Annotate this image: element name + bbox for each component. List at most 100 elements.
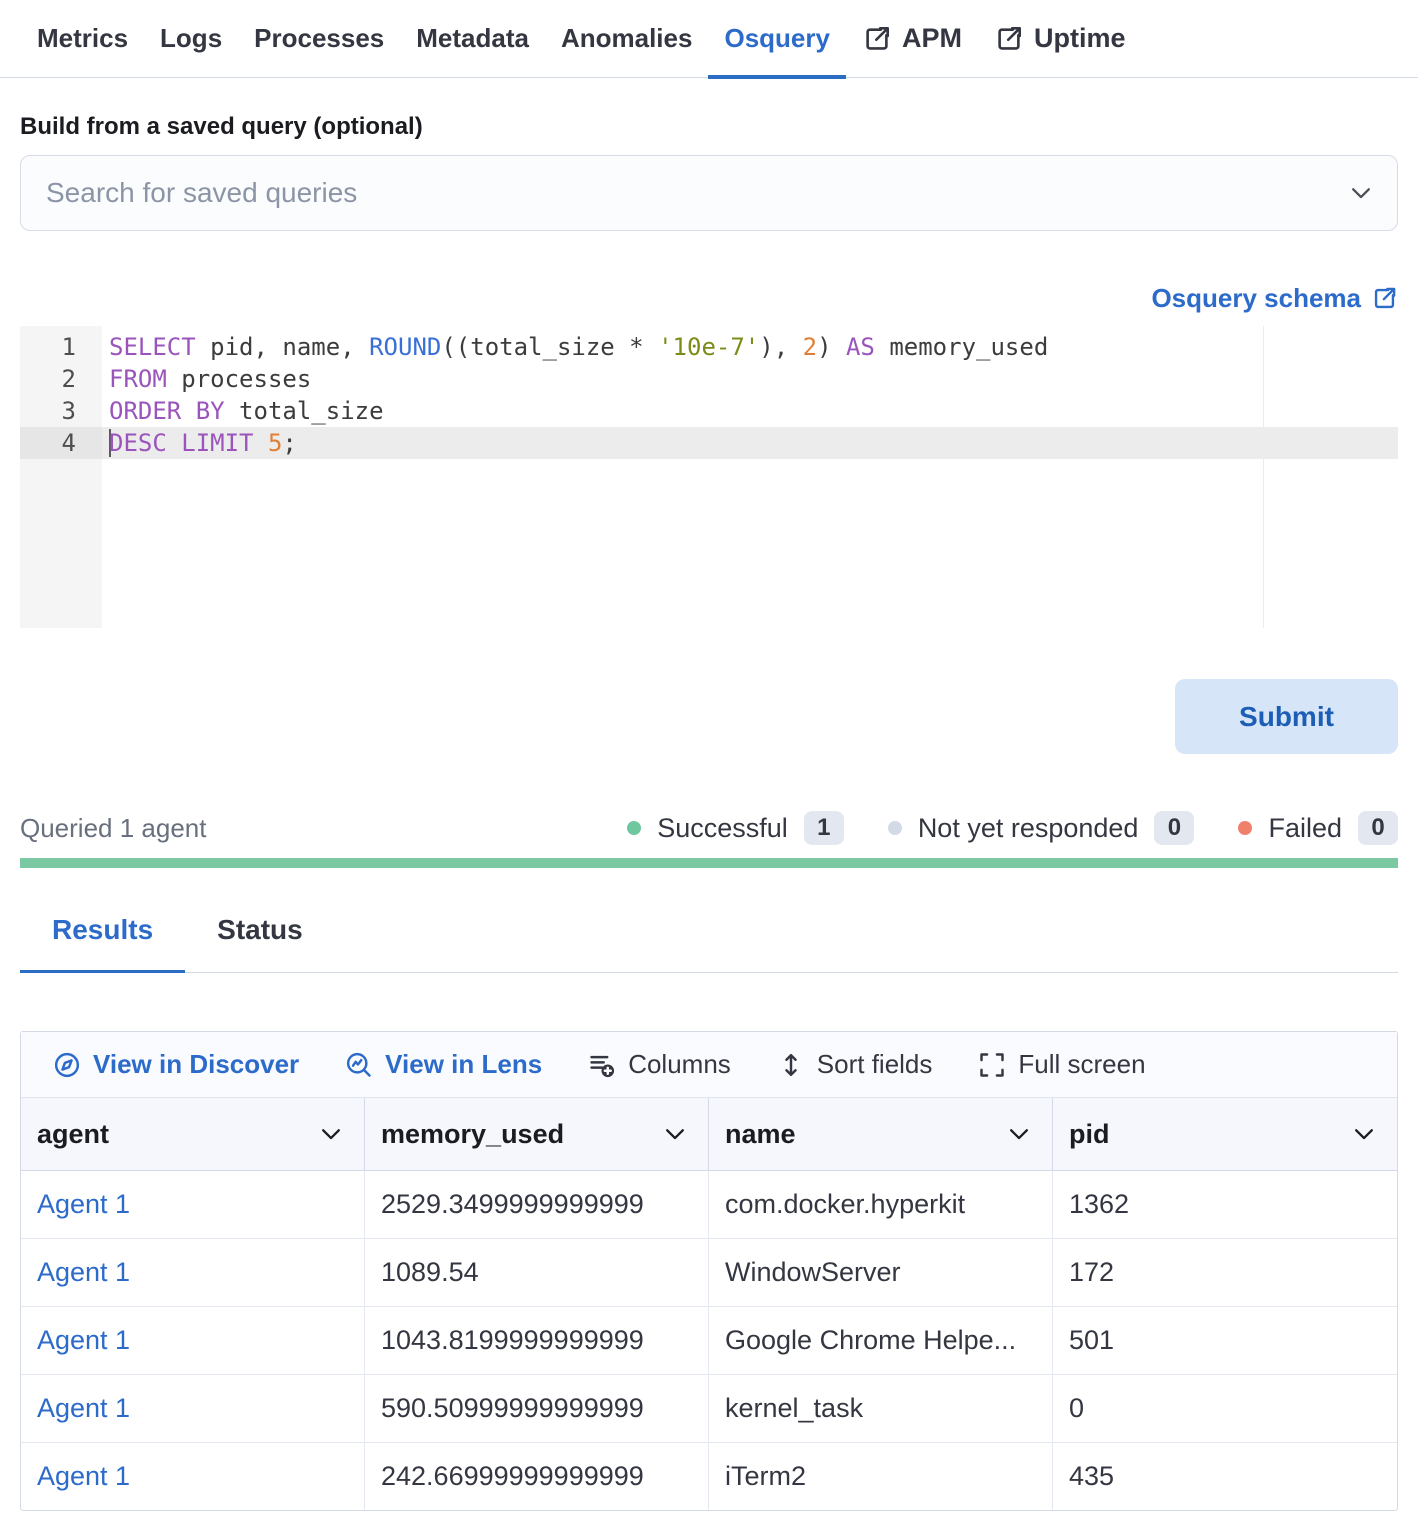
cell-memory_used: 1089.54 (365, 1239, 709, 1306)
cell-name: com.docker.hyperkit (709, 1171, 1053, 1238)
view-in-lens-button[interactable]: View in Lens (345, 1049, 542, 1080)
schema-link-row: Osquery schema (20, 283, 1398, 314)
agent-link[interactable]: Agent 1 (21, 1443, 365, 1510)
code-token: LIMIT (181, 429, 253, 457)
toolbar-button-label: Sort fields (817, 1049, 933, 1080)
code-token: 2 (803, 333, 817, 361)
cell-memory_used: 242.66999999999999 (365, 1443, 709, 1510)
line-number: 4 (20, 427, 102, 459)
count-badge: 0 (1154, 811, 1194, 845)
code-token: 5 (268, 429, 282, 457)
agent-link[interactable]: Agent 1 (21, 1375, 365, 1442)
cell-pid: 501 (1053, 1307, 1397, 1374)
toolbar-button-label: Full screen (1018, 1049, 1145, 1080)
saved-query-combobox (20, 155, 1398, 231)
legend-label: Not yet responded (918, 813, 1139, 844)
agent-link[interactable]: Agent 1 (21, 1239, 365, 1306)
cell-name: kernel_task (709, 1375, 1053, 1442)
view-in-discover-button[interactable]: View in Discover (53, 1049, 299, 1080)
legend-item-not-yet-responded: Not yet responded 0 (888, 811, 1195, 845)
line-number: 3 (20, 395, 102, 427)
external-link-apm[interactable]: APM (846, 0, 978, 78)
cell-memory_used: 2529.3499999999999 (365, 1171, 709, 1238)
cell-pid: 435 (1053, 1443, 1397, 1510)
agent-link[interactable]: Agent 1 (21, 1307, 365, 1374)
results-data-grid: View in Discover View in Lens Columns Sort … (20, 1031, 1398, 1511)
editor-lines: 1SELECT pid, name, ROUND((total_size * '… (20, 326, 1398, 459)
columns-button[interactable]: Columns (588, 1049, 731, 1080)
column-header-label: pid (1069, 1119, 1110, 1150)
table-row: Agent 12529.3499999999999com.docker.hype… (21, 1171, 1397, 1239)
saved-query-label: Build from a saved query (optional) (20, 113, 1398, 141)
count-badge: 1 (804, 811, 844, 845)
results-tab-results[interactable]: Results (20, 914, 185, 973)
code-token (254, 429, 268, 457)
code-token: ) (817, 333, 846, 361)
osquery-schema-link[interactable]: Osquery schema (1151, 283, 1398, 314)
line-code: ORDER BY total_size (102, 395, 1398, 427)
cell-memory_used: 590.50999999999999 (365, 1375, 709, 1442)
agent-link[interactable]: Agent 1 (21, 1171, 365, 1238)
nav-tabs: MetricsLogsProcessesMetadataAnomaliesOsq… (21, 0, 846, 78)
saved-query-search-input[interactable] (20, 155, 1398, 231)
line-code: FROM processes (102, 363, 1398, 395)
column-header-memory_used[interactable]: memory_used (365, 1098, 709, 1170)
cell-name: WindowServer (709, 1239, 1053, 1306)
toolbar-button-label: View in Discover (93, 1049, 299, 1080)
tab-anomalies[interactable]: Anomalies (545, 0, 709, 78)
editor-line: 4DESC LIMIT 5; (20, 427, 1398, 459)
table-row: Agent 11089.54WindowServer172 (21, 1239, 1397, 1307)
code-token (181, 397, 195, 425)
toolbar-button-label: Columns (628, 1049, 731, 1080)
count-badge: 0 (1358, 811, 1398, 845)
discover-icon (53, 1051, 81, 1079)
column-header-label: memory_used (381, 1119, 564, 1150)
code-token: total_size (225, 397, 384, 425)
top-nav: MetricsLogsProcessesMetadataAnomaliesOsq… (0, 0, 1418, 78)
legend-item-failed: Failed0 (1238, 811, 1398, 845)
chevron-down-icon (1006, 1121, 1032, 1147)
chevron-down-icon[interactable] (1348, 180, 1374, 206)
code-token: BY (196, 397, 225, 425)
line-number: 1 (20, 331, 102, 363)
cell-name: Google Chrome Helpe... (709, 1307, 1053, 1374)
code-token: memory_used (875, 333, 1048, 361)
tab-processes[interactable]: Processes (238, 0, 400, 78)
code-token: ), (759, 333, 802, 361)
code-token: ((total_size * (441, 333, 658, 361)
code-token: '10e-7' (658, 333, 759, 361)
columns-icon (588, 1051, 616, 1079)
sort-fields-button[interactable]: Sort fields (777, 1049, 933, 1080)
data-grid-toolbar: View in Discover View in Lens Columns Sort … (21, 1032, 1397, 1098)
column-header-name[interactable]: name (709, 1098, 1053, 1170)
line-number: 2 (20, 363, 102, 395)
editor-line: 2FROM processes (20, 363, 1398, 395)
results-tab-status[interactable]: Status (185, 914, 335, 973)
status-dot (627, 821, 641, 835)
cell-memory_used: 1043.8199999999999 (365, 1307, 709, 1374)
code-token: AS (846, 333, 875, 361)
cell-pid: 172 (1053, 1239, 1397, 1306)
tab-metrics[interactable]: Metrics (21, 0, 144, 78)
code-token: FROM (109, 365, 167, 393)
tab-logs[interactable]: Logs (144, 0, 238, 78)
tab-osquery[interactable]: Osquery (708, 0, 846, 78)
toolbar-button-label: View in Lens (385, 1049, 542, 1080)
column-header-agent[interactable]: agent (21, 1098, 365, 1170)
external-link-uptime[interactable]: Uptime (978, 0, 1142, 78)
full-screen-button[interactable]: Full screen (978, 1049, 1145, 1080)
query-progress-bar (20, 858, 1398, 868)
code-token: ; (282, 429, 296, 457)
table-row: Agent 1242.66999999999999iTerm2435 (21, 1443, 1397, 1510)
cell-name: iTerm2 (709, 1443, 1053, 1510)
column-header-pid[interactable]: pid (1053, 1098, 1397, 1170)
external-link-icon (1371, 285, 1398, 312)
editor-line: 1SELECT pid, name, ROUND((total_size * '… (20, 331, 1398, 363)
code-token: ORDER (109, 397, 181, 425)
submit-button[interactable]: Submit (1175, 679, 1398, 754)
sql-editor[interactable]: 1SELECT pid, name, ROUND((total_size * '… (20, 326, 1398, 628)
code-token: DESC (109, 429, 167, 457)
tab-metadata[interactable]: Metadata (400, 0, 545, 78)
status-dot (888, 821, 902, 835)
external-link-label: Uptime (1034, 23, 1126, 54)
